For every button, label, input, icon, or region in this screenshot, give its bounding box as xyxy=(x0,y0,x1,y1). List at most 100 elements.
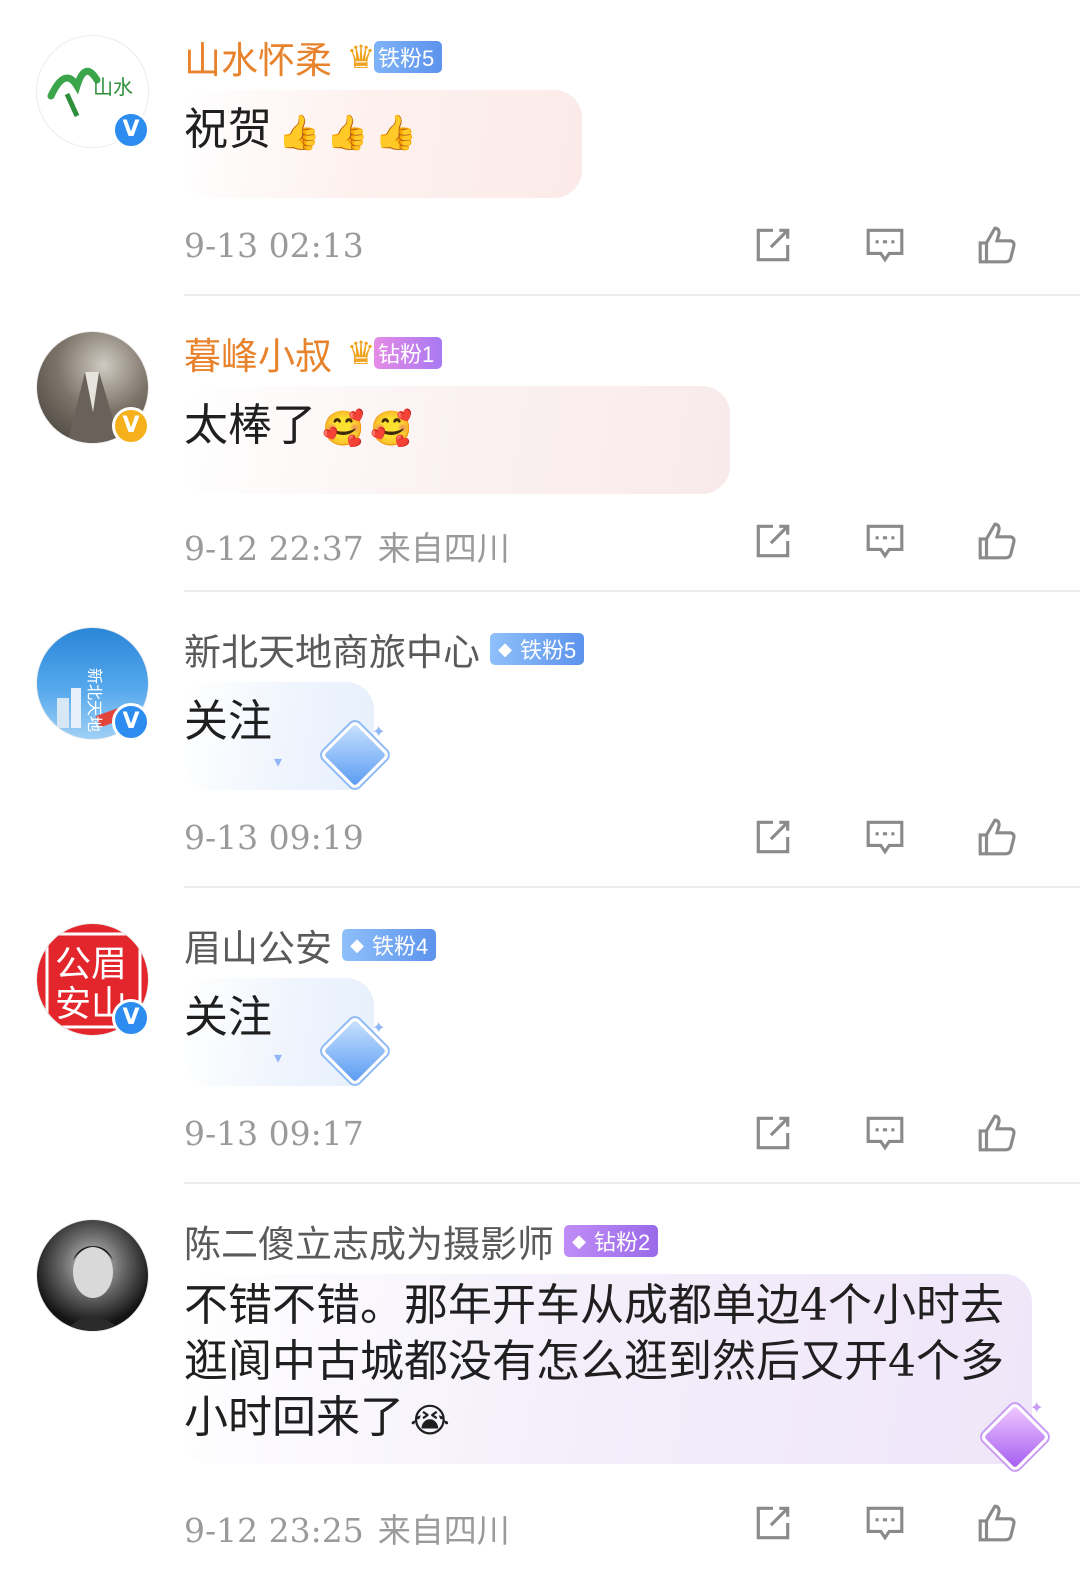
reply-button[interactable] xyxy=(864,814,976,860)
comment-bubble: 祝贺 👍 👍 👍 xyxy=(184,90,582,198)
fan-badge-label: 钻粉1 xyxy=(378,342,435,367)
like-button[interactable] xyxy=(976,1500,1080,1546)
share-button[interactable] xyxy=(752,1110,864,1156)
comment-bubble: 关注 ✦ ▾ xyxy=(184,978,391,1087)
verified-badge-icon: V xyxy=(112,703,150,741)
crying-face-emoji: 😭 xyxy=(410,1400,450,1441)
comment-icon xyxy=(866,524,904,559)
comment-icon xyxy=(866,228,904,263)
svg-text:新北天地: 新北天地 xyxy=(85,668,104,732)
like-icon xyxy=(978,522,1016,560)
sparkle-icon: ▾ xyxy=(274,1048,283,1067)
diamond-icon: ◆ xyxy=(350,935,364,955)
comment-meta: 9-12 23:25 来自四川 xyxy=(184,1504,510,1552)
share-icon xyxy=(756,524,790,558)
username[interactable]: 新北天地商旅中心 xyxy=(184,622,480,676)
comment-icon xyxy=(866,1116,904,1151)
fan-badge-label: 铁粉5 xyxy=(520,638,577,663)
share-button[interactable] xyxy=(752,1500,864,1546)
avatar[interactable]: V xyxy=(36,331,150,445)
comment-text: 祝贺 xyxy=(184,104,272,155)
share-icon xyxy=(756,820,790,854)
sparkle-icon: ✦ xyxy=(1030,1398,1044,1417)
comment-meta: 9-13 09:19 xyxy=(184,818,364,857)
username[interactable]: 眉山公安 xyxy=(184,918,332,972)
verified-badge-icon: V xyxy=(112,999,150,1037)
fan-badge[interactable]: ◆ 钻粉2 xyxy=(564,1225,659,1257)
comment-text-line: 不错不错。那年开车从成都单边4个小时去 xyxy=(184,1280,1004,1331)
comment-actions xyxy=(752,518,1080,564)
comment-item: V 暮峰小叔 ♛ 钻粉1 太棒了 🥰 🥰 9-12 22:37 来自四川 xyxy=(0,296,1080,592)
fan-badge[interactable]: ◆ 铁粉5 xyxy=(490,633,585,665)
comment-item: 山水 V 山水怀柔 ♛ 铁粉5 祝贺 👍 👍 👍 9-13 02:13 xyxy=(0,0,1080,296)
timestamp: 9-13 02:13 xyxy=(184,226,364,265)
share-button[interactable] xyxy=(752,814,864,860)
reply-button[interactable] xyxy=(864,1500,976,1546)
comment-bubble: 关注 ✦ ▾ xyxy=(184,682,391,791)
comment-text: 关注 xyxy=(184,696,272,747)
like-button[interactable] xyxy=(976,518,1080,564)
like-button[interactable] xyxy=(976,222,1080,268)
sparkle-icon: ✦ xyxy=(372,1018,386,1037)
comment-bubble: 太棒了 🥰 🥰 xyxy=(184,386,730,494)
fan-badge-label: 铁粉4 xyxy=(372,934,429,959)
comment-item: 公眉 安山 V 眉山公安 ◆ 铁粉4 关注 ✦ ▾ 9-13 09:17 xyxy=(0,888,1080,1184)
avatar[interactable]: 新北天地 V xyxy=(36,627,150,741)
fan-badge[interactable]: ♛ 铁粉5 xyxy=(342,38,443,76)
svg-text:公眉: 公眉 xyxy=(55,944,127,985)
avatar[interactable] xyxy=(36,1219,149,1332)
comment-text: 太棒了 xyxy=(184,400,316,451)
share-button[interactable] xyxy=(752,222,864,268)
share-icon xyxy=(756,1116,790,1150)
like-icon xyxy=(978,818,1016,856)
crown-icon: ♛ xyxy=(346,334,376,372)
username[interactable]: 暮峰小叔 xyxy=(184,326,332,380)
fan-badge[interactable]: ♛ 钻粉1 xyxy=(342,334,443,372)
comment-actions xyxy=(752,1500,1080,1546)
comment-text: 小时回来了 xyxy=(184,1392,404,1443)
svg-text:山水: 山水 xyxy=(93,75,133,99)
comment-actions xyxy=(752,1110,1080,1156)
like-button[interactable] xyxy=(976,814,1080,860)
comment-meta: 9-12 22:37 来自四川 xyxy=(184,522,510,570)
thumbs-up-emoji: 👍 xyxy=(278,112,321,153)
thumbs-up-emoji: 👍 xyxy=(326,112,369,153)
share-icon xyxy=(756,1506,790,1540)
crown-icon: ♛ xyxy=(346,38,376,76)
comment-list: 山水 V 山水怀柔 ♛ 铁粉5 祝贺 👍 👍 👍 9-13 02:13 V 暮峰… xyxy=(0,0,1080,1592)
username[interactable]: 山水怀柔 xyxy=(184,30,332,84)
location: 来自四川 xyxy=(377,529,510,568)
comment-text-line: 小时回来了 😭 xyxy=(184,1390,1032,1449)
comment-icon xyxy=(866,820,904,855)
share-button[interactable] xyxy=(752,518,864,564)
thumbs-up-emoji: 👍 xyxy=(374,112,418,153)
like-icon xyxy=(978,1114,1016,1152)
reply-button[interactable] xyxy=(864,1110,976,1156)
comment-actions xyxy=(752,814,1080,860)
avatar-photo-icon xyxy=(65,1246,121,1331)
like-icon xyxy=(978,226,1016,264)
reply-button[interactable] xyxy=(864,518,976,564)
fan-badge-label: 钻粉2 xyxy=(594,1230,651,1255)
like-button[interactable] xyxy=(976,1110,1080,1156)
comment-meta: 9-13 02:13 xyxy=(184,226,364,265)
fan-badge-label: 铁粉5 xyxy=(378,46,435,71)
avatar[interactable]: 公眉 安山 V xyxy=(36,923,150,1037)
comment-meta: 9-13 09:17 xyxy=(184,1114,364,1153)
hugging-face-emoji: 🥰 xyxy=(370,408,413,449)
avatar[interactable]: 山水 V xyxy=(36,35,150,149)
timestamp: 9-12 22:37 xyxy=(184,529,364,568)
comment-icon xyxy=(866,1506,904,1541)
fan-badge[interactable]: ◆ 铁粉4 xyxy=(342,929,437,961)
timestamp: 9-13 09:17 xyxy=(184,1114,364,1153)
verified-badge-icon: V xyxy=(112,111,150,149)
sparkle-icon: ▾ xyxy=(274,752,283,771)
reply-button[interactable] xyxy=(864,222,976,268)
comment-bubble: 不错不错。那年开车从成都单边4个小时去 逛阆中古城都没有怎么逛到然后又开4个多 … xyxy=(184,1274,1051,1473)
diamond-icon: ◆ xyxy=(498,639,512,659)
timestamp: 9-13 09:19 xyxy=(184,818,364,857)
username[interactable]: 陈二傻立志成为摄影师 xyxy=(184,1214,554,1268)
share-icon xyxy=(756,228,790,262)
verified-badge-icon: V xyxy=(112,407,150,445)
timestamp: 9-12 23:25 xyxy=(184,1511,364,1550)
